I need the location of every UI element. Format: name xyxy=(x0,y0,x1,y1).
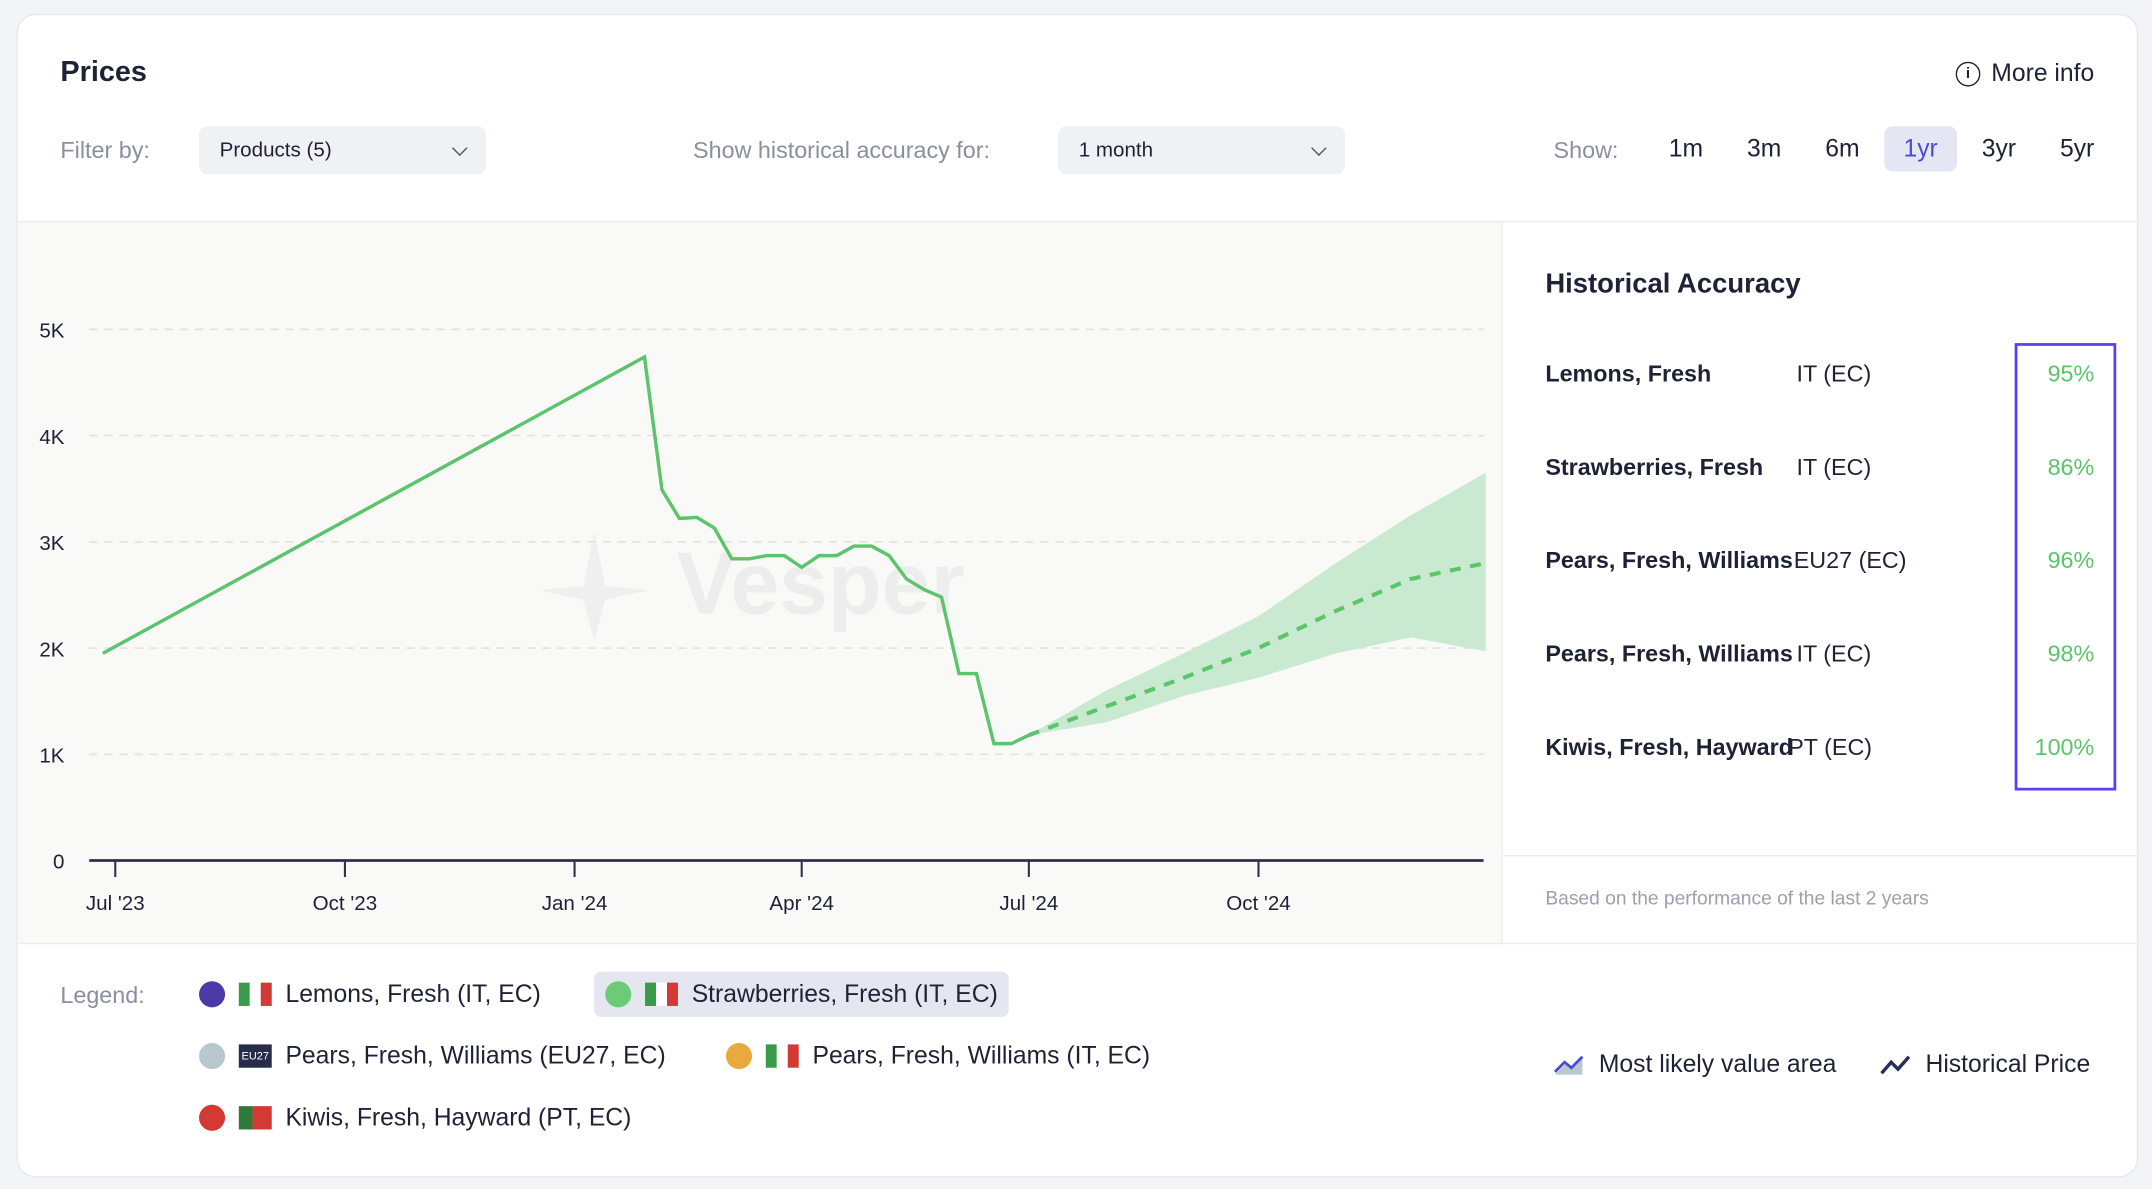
eu-flag-icon: EU27 xyxy=(238,1044,272,1068)
country: IT (EC) xyxy=(1796,640,1872,667)
country: EU27 (EC) xyxy=(1793,547,1907,574)
show-label: Show: xyxy=(1553,137,1619,164)
x-tick-label: Apr '24 xyxy=(769,892,834,915)
x-tick-label: Jan '24 xyxy=(542,892,608,915)
country: IT (EC) xyxy=(1796,454,1872,481)
legend-item[interactable]: Strawberries, Fresh (IT, EC) xyxy=(594,971,1009,1017)
range-tab-1m[interactable]: 1m xyxy=(1649,126,1722,171)
more-info-button[interactable]: i More info xyxy=(1955,59,2095,88)
chevron-down-icon xyxy=(451,139,468,156)
legend-item-label: Kiwis, Fresh, Hayward (PT, EC) xyxy=(285,1103,632,1131)
product-name: Lemons, Fresh xyxy=(1545,360,1712,388)
portugal-flag-icon xyxy=(238,1106,272,1130)
y-tick-label: 4K xyxy=(39,426,64,449)
watermark: Vesper xyxy=(677,533,965,632)
x-tick-label: Oct '23 xyxy=(313,892,378,915)
series-color-dot xyxy=(198,981,226,1008)
line-chart-icon xyxy=(1880,1054,1911,1074)
y-tick-label: 2K xyxy=(39,638,64,661)
forecast-area xyxy=(1028,472,1486,736)
legend-most-likely-area: Most likely value area xyxy=(1541,1042,1847,1087)
product-name: Pears, Fresh, Williams xyxy=(1545,547,1793,574)
series-color-dot xyxy=(198,1043,226,1070)
x-tick-label: Jul '24 xyxy=(999,892,1058,915)
product-name: Strawberries, Fresh xyxy=(1545,454,1764,481)
y-tick-label: 3K xyxy=(39,532,64,555)
historical-accuracy-panel: Historical Accuracy Lemons, Fresh IT (EC)… xyxy=(1501,220,2137,945)
accuracy-period-value: 1 month xyxy=(1078,138,1154,162)
accuracy-highlight-box xyxy=(2014,343,2117,791)
legend-item-label: Lemons, Fresh (IT, EC) xyxy=(285,979,541,1008)
watermark-logo-icon xyxy=(539,531,650,641)
x-tick-label: Jul '23 xyxy=(86,892,145,915)
time-range-tabs: 1m 3m 6m 1yr 3yr 5yr xyxy=(1649,126,2114,172)
filter-label: Filter by: xyxy=(60,137,150,164)
accuracy-footnote: Based on the performance of the last 2 y… xyxy=(1545,886,1929,909)
range-tab-6m[interactable]: 6m xyxy=(1806,126,1879,171)
accuracy-period-select[interactable]: 1 month xyxy=(1058,126,1345,175)
chart-area: Vesper 0 1K 2K 3K 4K 5K Jul '23 Oct '23 Jan '24 Ap… xyxy=(17,220,1502,945)
y-tick-label: 0 xyxy=(53,851,64,874)
italy-flag-icon xyxy=(645,982,678,1006)
product-name: Pears, Fresh, Williams xyxy=(1545,640,1793,667)
legend-historical-price: Historical Price xyxy=(1868,1042,2101,1087)
legend-item[interactable]: Lemons, Fresh (IT, EC) xyxy=(188,972,552,1017)
area-legend-label: Most likely value area xyxy=(1598,1049,1837,1078)
x-tick-label: Oct '24 xyxy=(1226,892,1291,915)
series-color-dot xyxy=(725,1043,753,1070)
country: IT (EC) xyxy=(1796,360,1872,388)
legend-label: Legend: xyxy=(60,982,145,1009)
range-tab-5yr[interactable]: 5yr xyxy=(2041,126,2114,171)
price-chart: Vesper 0 1K 2K 3K 4K 5K Jul '23 Oct '23 Jan '24 Ap… xyxy=(39,320,1487,915)
range-tab-1yr[interactable]: 1yr xyxy=(1884,126,1957,172)
accuracy-label: Show historical accuracy for: xyxy=(693,137,991,164)
italy-flag-icon xyxy=(765,1044,799,1068)
range-tab-3m[interactable]: 3m xyxy=(1728,126,1801,171)
series-color-dot xyxy=(605,981,632,1008)
products-filter-select[interactable]: Products (5) xyxy=(198,126,486,175)
legend-item[interactable]: Pears, Fresh, Williams (IT, EC) xyxy=(715,1033,1161,1078)
product-name: Kiwis, Fresh, Hayward xyxy=(1545,734,1793,761)
info-icon: i xyxy=(1955,61,1981,86)
historical-legend-label: Historical Price xyxy=(1925,1049,2091,1078)
products-filter-value: Products (5) xyxy=(219,138,332,162)
country: PT (EC) xyxy=(1788,734,1873,761)
more-info-label: More info xyxy=(1991,59,2095,87)
legend-item-label: Pears, Fresh, Williams (EU27, EC) xyxy=(285,1041,666,1070)
area-chart-icon xyxy=(1553,1055,1584,1074)
series-color-dot xyxy=(198,1104,226,1131)
legend-item-label: Pears, Fresh, Williams (IT, EC) xyxy=(812,1041,1151,1070)
legend-item[interactable]: Kiwis, Fresh, Hayward (PT, EC) xyxy=(188,1095,642,1140)
y-tick-label: 5K xyxy=(39,320,64,343)
accuracy-title: Historical Accuracy xyxy=(1545,268,1801,300)
legend-item-label: Strawberries, Fresh (IT, EC) xyxy=(691,979,998,1008)
legend-item[interactable]: EU27 Pears, Fresh, Williams (EU27, EC) xyxy=(188,1033,677,1078)
italy-flag-icon xyxy=(238,982,272,1006)
page-title: Prices xyxy=(60,56,147,88)
prices-card: Prices i More info Filter by: Products (… xyxy=(16,13,2139,1178)
range-tab-3yr[interactable]: 3yr xyxy=(1962,126,2035,171)
y-tick-label: 1K xyxy=(39,745,64,768)
chevron-down-icon xyxy=(1311,139,1327,156)
